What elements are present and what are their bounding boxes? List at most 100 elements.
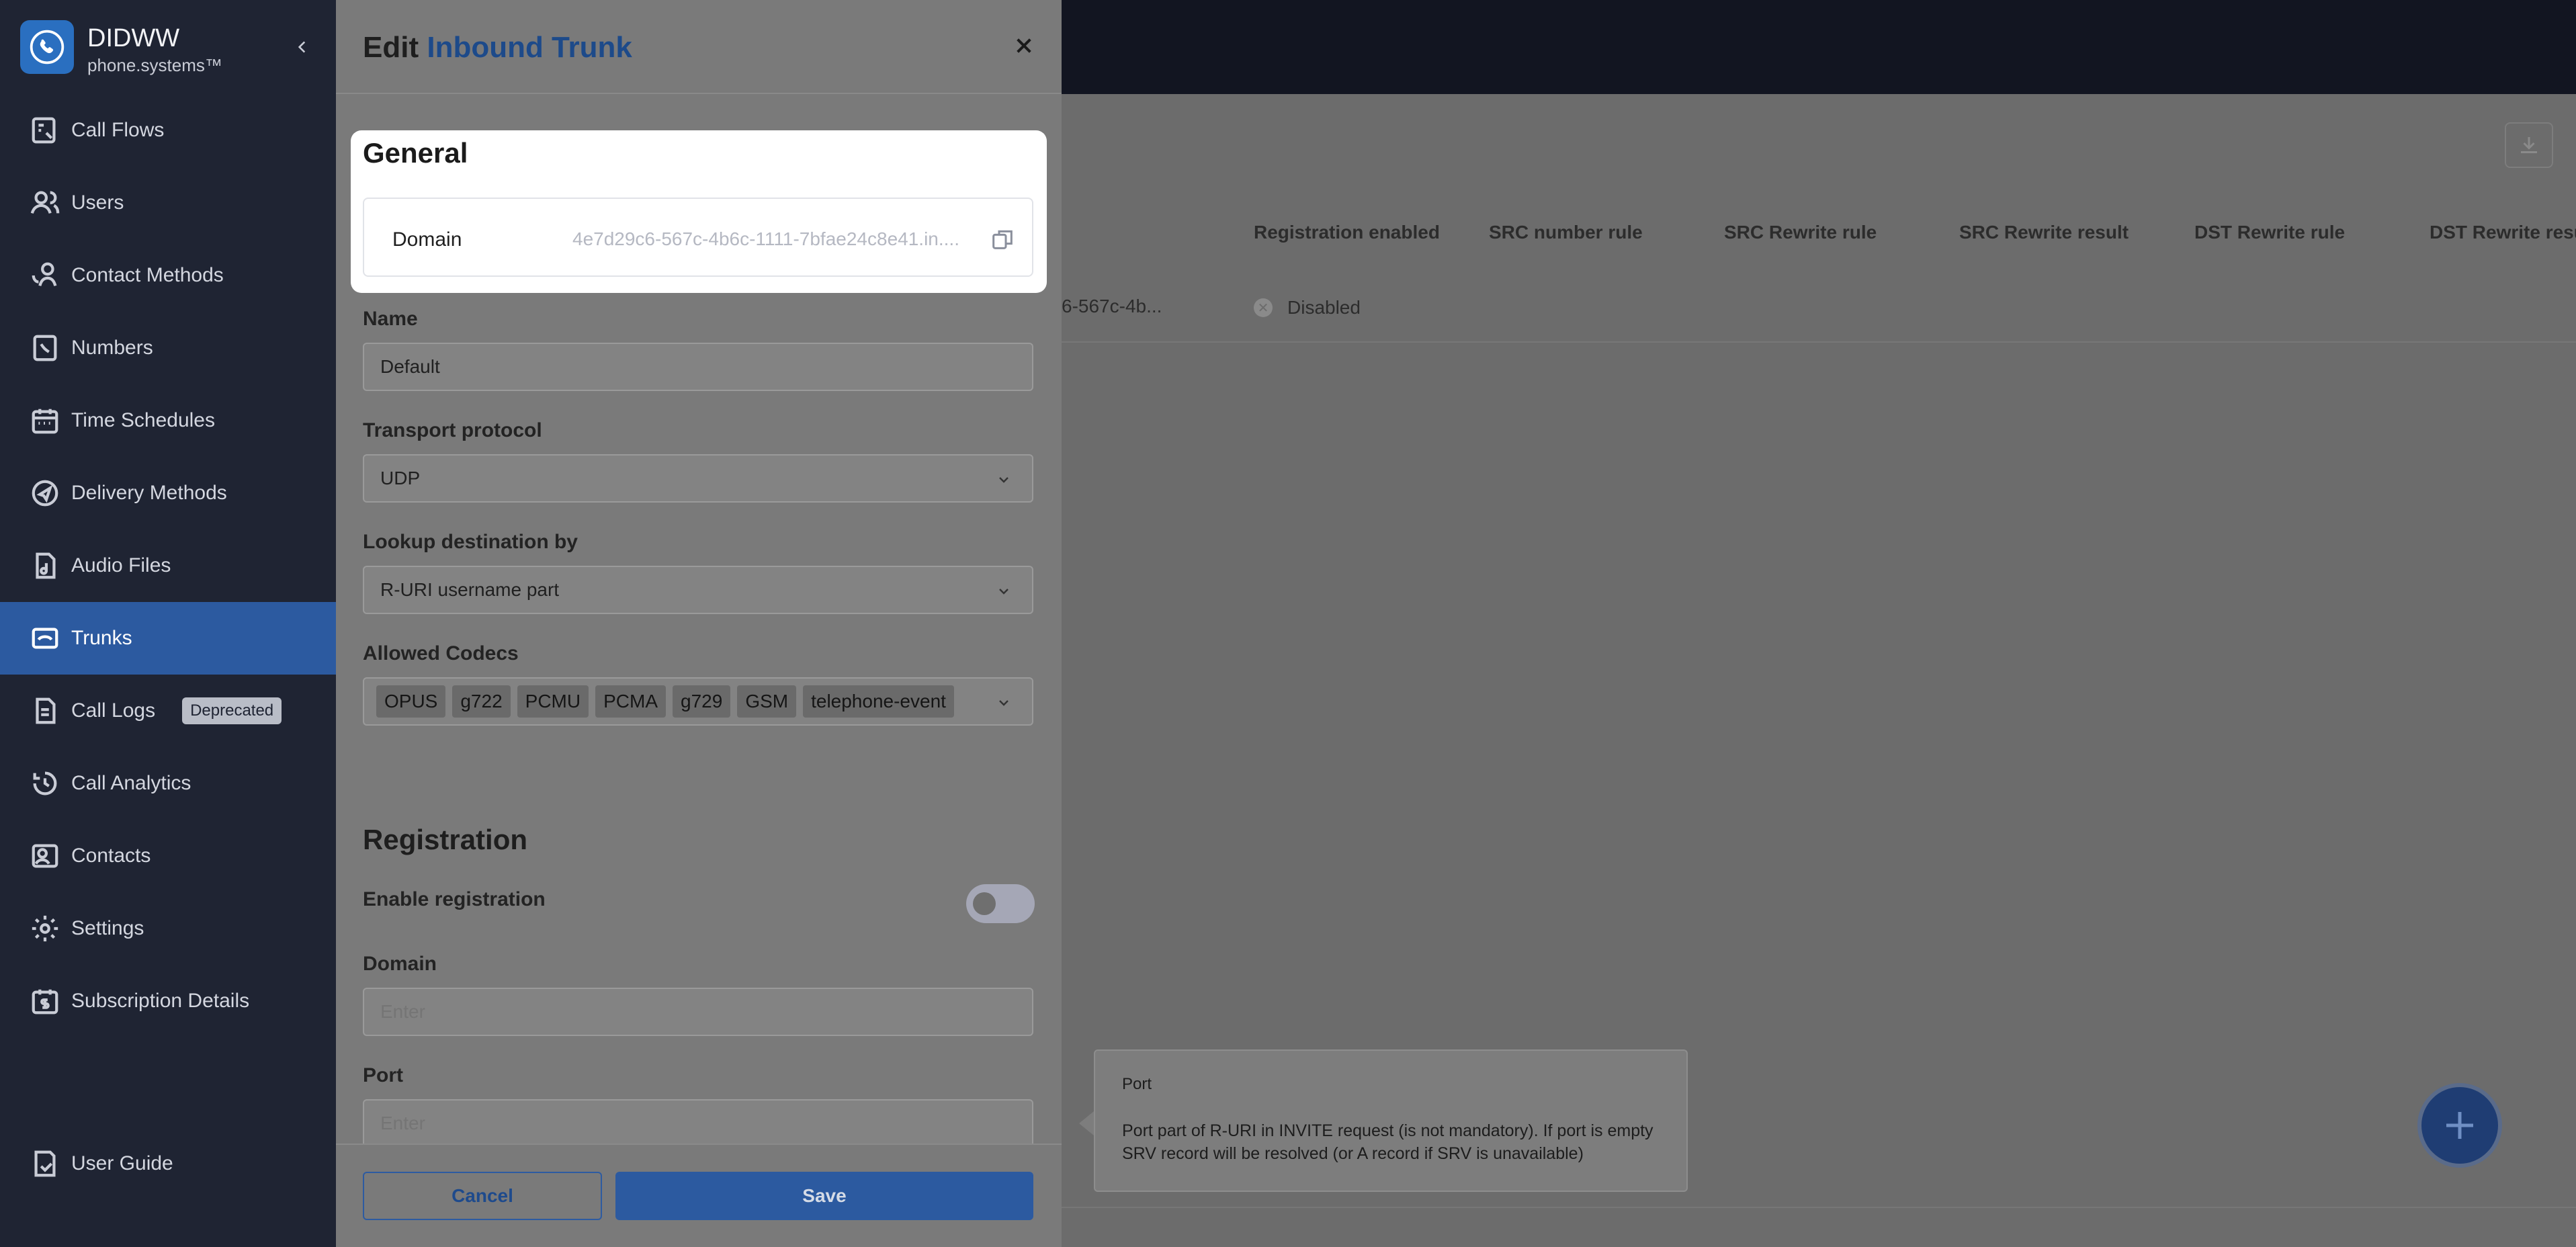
brand-subtitle: phone.systems™ (87, 55, 222, 75)
lookup-select[interactable]: R-URI username part (363, 566, 1033, 614)
add-trunk-button[interactable] (2417, 1083, 2502, 1168)
column-header[interactable]: SRC number rule (1489, 222, 1643, 243)
toggle-knob (973, 892, 996, 915)
codec-tag[interactable]: GSM (737, 685, 797, 718)
guide-icon (28, 1147, 62, 1180)
column-header[interactable]: DST Rewrite resu (2430, 222, 2576, 243)
column-header[interactable]: DST Rewrite rule (2194, 222, 2345, 243)
sidebar-item-label: Numbers (71, 337, 153, 359)
numbers-icon (28, 331, 62, 365)
column-header[interactable]: Registration enabled (1254, 222, 1440, 243)
chevron-down-icon (999, 477, 1008, 483)
codec-tag[interactable]: g729 (673, 685, 731, 718)
domain-label: Domain (392, 228, 462, 251)
download-icon (2521, 137, 2537, 153)
transport-label: Transport protocol (363, 419, 542, 441)
sidebar-item-label: Users (71, 191, 124, 214)
sidebar-item-subscription-details[interactable]: Subscription Details (0, 965, 336, 1037)
codec-tag[interactable]: OPUS (376, 685, 446, 718)
registration-section-title: Registration (363, 824, 528, 855)
drawer-footer: Cancel Save (336, 1144, 1062, 1247)
sidebar-item-trunks[interactable]: Trunks (0, 602, 336, 675)
sidebar-item-contact-methods[interactable]: Contact Methods (0, 239, 336, 312)
enable-registration-label: Enable registration (363, 888, 546, 910)
drawer-title: Edit Inbound Trunk (363, 31, 632, 64)
audio-file-icon (28, 549, 62, 583)
sidebar-item-time-schedules[interactable]: Time Schedules (0, 384, 336, 457)
sidebar-item-label: Contact Methods (71, 264, 224, 286)
table-cell-domain: 6-567c-4b... (1062, 296, 1162, 316)
download-button[interactable] (2505, 122, 2553, 168)
table-row-divider (1062, 341, 2576, 343)
user-guide-section: User Guide (0, 1127, 336, 1200)
brand-name: DIDWW (87, 24, 180, 52)
transport-select[interactable]: UDP (363, 454, 1033, 503)
sidebar-item-label: Contacts (71, 845, 151, 867)
analytics-icon (28, 767, 62, 800)
sidebar-item-contacts[interactable]: Contacts (0, 820, 336, 892)
sidebar-item-users[interactable]: Users (0, 167, 336, 239)
domain-row: Domain 4e7d29c6-567c-4b6c-1111-7bfae24c8… (363, 198, 1033, 277)
tooltip-title: Port (1122, 1075, 1152, 1093)
registration-domain-input[interactable] (363, 988, 1033, 1036)
codec-tag[interactable]: PCMA (595, 685, 667, 718)
sidebar-item-call-logs[interactable]: Call Logs Deprecated (0, 675, 336, 747)
sidebar-item-numbers[interactable]: Numbers (0, 312, 336, 384)
tooltip-body: Port part of R-URI in INVITE request (is… (1122, 1121, 1654, 1163)
general-section-title: General (363, 137, 468, 169)
gear-icon (28, 912, 62, 945)
drawer-header: Edit Inbound Trunk (336, 0, 1062, 94)
name-input[interactable]: Default (363, 343, 1033, 391)
codec-tag[interactable]: telephone-event (803, 685, 954, 718)
general-section: General Domain 4e7d29c6-567c-4b6c-1111-7… (351, 130, 1047, 293)
codec-tag[interactable]: PCMU (517, 685, 589, 718)
codecs-label: Allowed Codecs (363, 642, 519, 664)
contacts-icon (28, 839, 62, 873)
sidebar-item-user-guide[interactable]: User Guide (0, 1127, 336, 1200)
copy-icon[interactable] (989, 226, 1016, 253)
sidebar-item-delivery-methods[interactable]: Delivery Methods (0, 457, 336, 529)
drawer-title-accent: Inbound Trunk (427, 31, 632, 64)
sidebar-item-settings[interactable]: Settings (0, 892, 336, 965)
close-icon (1017, 38, 1031, 53)
brand: DIDWW phone.systems™ (20, 20, 316, 75)
sidebar-item-audio-files[interactable]: Audio Files (0, 529, 336, 602)
sidebar-item-call-flows[interactable]: Call Flows (0, 94, 336, 167)
deprecated-badge: Deprecated (182, 697, 282, 724)
tooltip-arrow (1079, 1111, 1094, 1135)
sidebar-item-label: Settings (71, 917, 144, 939)
sidebar-item-label: Call Flows (71, 119, 165, 141)
name-value: Default (380, 356, 440, 377)
sidebar-item-label: Trunks (71, 627, 132, 649)
sidebar-item-call-analytics[interactable]: Call Analytics (0, 747, 336, 820)
sidebar-item-label: User Guide (71, 1152, 173, 1174)
sidebar-item-label: Time Schedules (71, 409, 215, 431)
save-button[interactable]: Save (615, 1172, 1033, 1220)
trunk-icon (28, 621, 62, 655)
lookup-value: R-URI username part (380, 579, 560, 600)
call-logs-icon (28, 694, 62, 728)
column-header[interactable]: SRC Rewrite result (1959, 222, 2129, 243)
sidebar-item-label: Call Analytics (71, 772, 191, 794)
port-input[interactable] (363, 1099, 1033, 1148)
port-label: Port (363, 1064, 403, 1086)
plus-icon (2446, 1112, 2473, 1139)
column-header[interactable]: SRC Rewrite rule (1724, 222, 1877, 243)
domain-value: 4e7d29c6-567c-4b6c-1111-7bfae24c8e41.in.… (572, 228, 959, 249)
name-label: Name (363, 308, 418, 330)
disabled-status-icon: ✕ (1254, 298, 1273, 317)
sidebar: DIDWW phone.systems™ Call Flows Users Co… (0, 0, 336, 1247)
contact-methods-icon (28, 259, 62, 292)
table-bottom-divider (1062, 1207, 2576, 1208)
cancel-button[interactable]: Cancel (363, 1172, 602, 1220)
codec-tag[interactable]: g722 (452, 685, 511, 718)
enable-registration-toggle[interactable] (966, 884, 1035, 923)
collapse-sidebar-button[interactable] (289, 34, 316, 60)
registration-domain-label: Domain (363, 953, 437, 975)
close-button[interactable] (1009, 31, 1039, 60)
call-flows-icon (28, 114, 62, 147)
lookup-label: Lookup destination by (363, 531, 578, 553)
codecs-multiselect[interactable]: OPUS g722 PCMU PCMA g729 GSM telephone-e… (363, 677, 1033, 726)
sidebar-nav: Call Flows Users Contact Methods Numbers… (0, 94, 336, 1037)
calendar-icon (28, 404, 62, 437)
